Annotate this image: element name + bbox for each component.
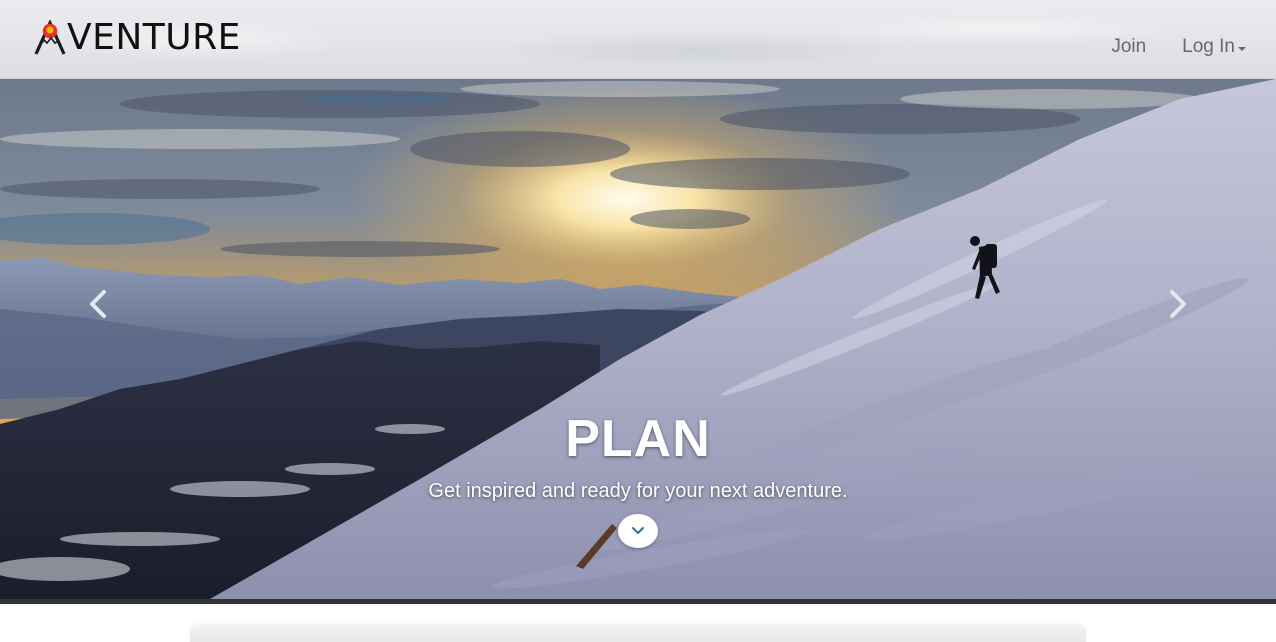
login-label: Log In: [1182, 36, 1235, 57]
site-logo[interactable]: VENTURE: [34, 18, 241, 58]
chevron-right-icon: [1170, 290, 1186, 318]
logo-text: VENTURE: [67, 17, 241, 58]
slide-title: PLAN: [565, 410, 711, 468]
scroll-down-button[interactable]: [618, 514, 658, 548]
carousel-next-button[interactable]: [1160, 286, 1196, 322]
navbar: VENTURE Join Log In: [0, 0, 1276, 79]
login-dropdown[interactable]: Log In: [1182, 36, 1246, 58]
chevron-down-icon: [632, 527, 644, 534]
content-panel: [190, 626, 1086, 642]
chevron-left-icon: [90, 290, 106, 318]
logo-mark-icon: [34, 20, 66, 55]
content-section: [0, 604, 1276, 642]
hero-carousel: PLAN Get inspired and ready for your nex…: [0, 79, 1276, 599]
caret-down-icon: [1238, 46, 1246, 51]
carousel-prev-button[interactable]: [80, 286, 116, 322]
nav-links: Join Log In: [1111, 36, 1246, 58]
join-link[interactable]: Join: [1111, 36, 1146, 58]
slide-subtitle: Get inspired and ready for your next adv…: [428, 480, 848, 502]
page: VENTURE Join Log In PLAN Get inspired an…: [0, 0, 1276, 642]
